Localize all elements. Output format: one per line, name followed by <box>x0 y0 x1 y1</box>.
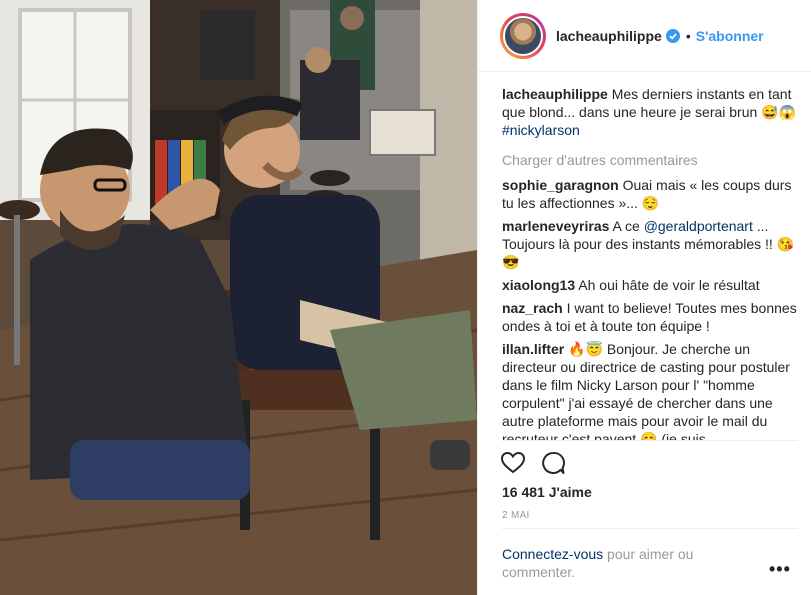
comment-item: sophie_garagnon Ouai mais « les coups du… <box>502 176 798 212</box>
comment-username[interactable]: marleneveyriras <box>502 218 609 234</box>
divider <box>502 528 798 529</box>
story-ring[interactable] <box>500 12 546 59</box>
comment-username[interactable]: xiaolong13 <box>502 277 575 293</box>
instagram-post: lacheauphilippe • S'abonner lacheauphili… <box>0 0 811 595</box>
post-photo[interactable] <box>0 0 477 595</box>
heart-icon[interactable] <box>500 450 526 476</box>
author-username[interactable]: lacheauphilippe <box>556 28 662 44</box>
comments-list[interactable]: lacheauphilippe Mes derniers instants en… <box>502 85 798 441</box>
barbershop-photo-image <box>0 0 477 595</box>
caption: lacheauphilippe Mes derniers instants en… <box>502 85 798 139</box>
post-actions <box>500 450 566 476</box>
comment-mention[interactable]: @geraldportenart <box>644 218 753 234</box>
comment-item: xiaolong13 Ah oui hâte de voir le résult… <box>502 276 798 294</box>
avatar[interactable] <box>503 15 543 56</box>
divider <box>502 440 798 441</box>
post-header: lacheauphilippe • S'abonner <box>478 0 811 72</box>
comment-item: marleneveyriras A ce @geraldportenart ..… <box>502 217 798 271</box>
login-prompt: Connectez-vous pour aimer ou commenter. <box>502 545 732 581</box>
comment-username[interactable]: illan.lifter <box>502 341 564 357</box>
more-options-button[interactable]: ••• <box>769 560 791 578</box>
comment-icon[interactable] <box>540 450 566 476</box>
comment-text: Ah oui hâte de voir le résultat <box>578 277 760 293</box>
comment-username[interactable]: sophie_garagnon <box>502 177 619 193</box>
comment-username[interactable]: naz_rach <box>502 300 563 316</box>
comment-item: naz_rach I want to believe! Toutes mes b… <box>502 299 798 335</box>
comment-item: illan.lifter 🔥😇 Bonjour. Je cherche un d… <box>502 340 798 441</box>
login-link[interactable]: Connectez-vous <box>502 546 603 562</box>
load-more-comments-button[interactable]: Charger d'autres commentaires <box>502 151 798 169</box>
verified-badge-icon <box>665 28 680 43</box>
post-date[interactable]: 2 MAI <box>502 510 530 521</box>
separator-dot: • <box>685 27 691 44</box>
caption-username[interactable]: lacheauphilippe <box>502 86 608 102</box>
follow-button[interactable]: S'abonner <box>696 28 764 44</box>
likes-count[interactable]: 16 481 J'aime <box>502 484 592 500</box>
caption-hashtag[interactable]: #nickylarson <box>502 122 580 138</box>
comment-text: A ce <box>612 218 640 234</box>
post-details-panel: lacheauphilippe • S'abonner lacheauphili… <box>477 0 811 595</box>
